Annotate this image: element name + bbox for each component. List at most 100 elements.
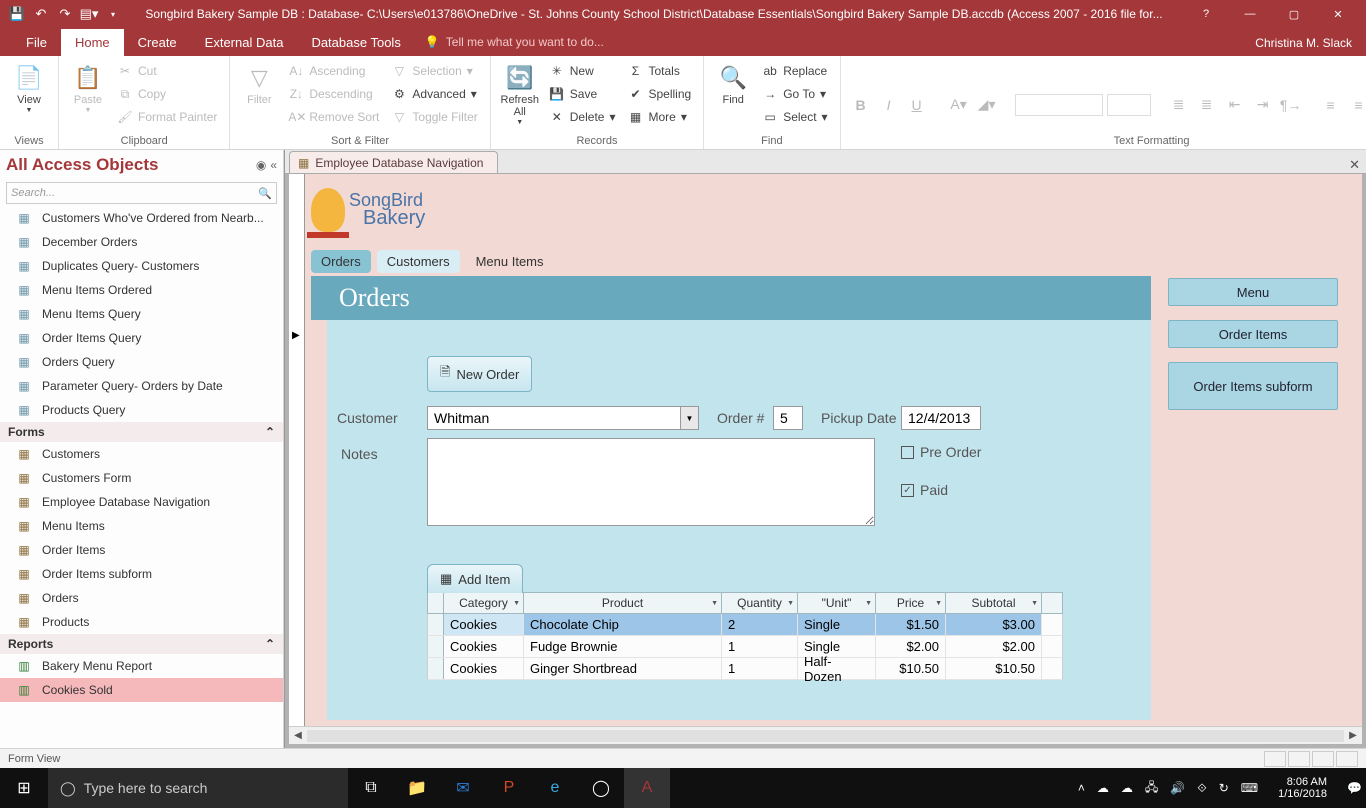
- new-button[interactable]: ✳New: [545, 60, 620, 82]
- row-selector[interactable]: [428, 614, 444, 635]
- order-items-subform-button[interactable]: Order Items subform: [1168, 362, 1338, 410]
- cell-price[interactable]: $1.50: [876, 614, 946, 635]
- nav-query-item[interactable]: ▦December Orders: [0, 230, 283, 254]
- totals-button[interactable]: ΣTotals: [623, 60, 695, 82]
- toggle-filter-button[interactable]: ▽Toggle Filter: [387, 106, 481, 128]
- format-painter-button[interactable]: 🖌Format Painter: [113, 106, 221, 128]
- nav-form-item[interactable]: ▦Order Items: [0, 538, 283, 562]
- tell-me[interactable]: 💡Tell me what you want to do...: [415, 28, 1241, 56]
- nav-form-item[interactable]: ▦Order Items subform: [0, 562, 283, 586]
- undo-icon[interactable]: ↶: [30, 3, 52, 25]
- tab-file[interactable]: File: [12, 29, 61, 56]
- powerpoint-icon[interactable]: P: [486, 768, 532, 808]
- nav-query-item[interactable]: ▦Orders Query: [0, 350, 283, 374]
- nav-reports-header[interactable]: Reports⌃: [0, 634, 283, 654]
- save-record-button[interactable]: 💾Save: [545, 83, 620, 105]
- cell-product[interactable]: Fudge Brownie: [524, 636, 722, 657]
- tab-database-tools[interactable]: Database Tools: [297, 29, 414, 56]
- col-unit[interactable]: "Unit"▼: [798, 593, 876, 613]
- onedrive-icon[interactable]: ☁: [1097, 781, 1109, 795]
- nav-report-item[interactable]: ▥Bakery Menu Report: [0, 654, 283, 678]
- nav-report-item[interactable]: ▥Cookies Sold: [0, 678, 283, 702]
- nav-form-item[interactable]: ▦Products: [0, 610, 283, 634]
- select-button[interactable]: ▭Select ▾: [758, 106, 831, 128]
- table-row[interactable]: CookiesGinger Shortbread1Half-Dozen$10.5…: [427, 658, 1063, 680]
- pickup-date-field[interactable]: 12/4/2013: [901, 406, 981, 430]
- onedrive2-icon[interactable]: ☁: [1121, 781, 1133, 795]
- indent-inc-button[interactable]: ⇥: [1251, 94, 1275, 116]
- cell-subtotal[interactable]: $2.00: [946, 636, 1042, 657]
- font-name-select[interactable]: [1015, 94, 1103, 116]
- cell-price[interactable]: $10.50: [876, 658, 946, 679]
- refresh-tray-icon[interactable]: ↻: [1219, 781, 1229, 795]
- customer-value[interactable]: Whitman: [427, 406, 681, 430]
- tab-menu-items[interactable]: Menu Items: [466, 250, 554, 273]
- access-icon[interactable]: A: [624, 768, 670, 808]
- tab-orders[interactable]: Orders: [311, 250, 371, 273]
- horizontal-scrollbar[interactable]: ◀ ▶: [289, 726, 1362, 744]
- tab-customers[interactable]: Customers: [377, 250, 460, 273]
- network-icon[interactable]: 🖧: [1145, 778, 1158, 799]
- taskbar-clock[interactable]: 8:06 AM 1/16/2018: [1270, 776, 1335, 800]
- tab-external-data[interactable]: External Data: [191, 29, 298, 56]
- cell-subtotal[interactable]: $3.00: [946, 614, 1042, 635]
- col-subtotal[interactable]: Subtotal▼: [946, 593, 1042, 613]
- cell-quantity[interactable]: 2: [722, 614, 798, 635]
- start-button[interactable]: ⊞: [0, 768, 48, 808]
- chevron-down-icon[interactable]: ▼: [681, 406, 699, 430]
- nav-form-item[interactable]: ▦Orders: [0, 586, 283, 610]
- record-selector[interactable]: ▶: [289, 174, 305, 744]
- layout-view-button[interactable]: [1312, 751, 1334, 767]
- underline-button[interactable]: U: [905, 94, 929, 116]
- tray-up-icon[interactable]: ˄: [1078, 781, 1085, 795]
- nav-form-item[interactable]: ▦Customers Form: [0, 466, 283, 490]
- scroll-track[interactable]: [307, 730, 1344, 742]
- redo-icon[interactable]: ↷: [54, 3, 76, 25]
- align-center-button[interactable]: ≡: [1347, 94, 1366, 116]
- signed-in-user[interactable]: Christina M. Slack: [1241, 30, 1366, 56]
- nav-dropdown-icon[interactable]: ◉: [256, 158, 266, 172]
- tab-create[interactable]: Create: [124, 29, 191, 56]
- nav-form-item[interactable]: ▦Employee Database Navigation: [0, 490, 283, 514]
- form-view-button[interactable]: [1264, 751, 1286, 767]
- scroll-left-icon[interactable]: ◀: [289, 730, 307, 741]
- cell-product[interactable]: Chocolate Chip: [524, 614, 722, 635]
- selection-button[interactable]: ▽Selection ▾: [387, 60, 481, 82]
- row-selector[interactable]: [428, 636, 444, 657]
- spelling-button[interactable]: ✔Spelling: [623, 83, 695, 105]
- datasheet-view-button[interactable]: [1288, 751, 1310, 767]
- cell-quantity[interactable]: 1: [722, 658, 798, 679]
- nav-form-item[interactable]: ▦Customers: [0, 442, 283, 466]
- taskbar-search[interactable]: ◯Type here to search: [48, 768, 348, 808]
- cell-unit[interactable]: Single: [798, 614, 876, 635]
- cut-button[interactable]: ✂Cut: [113, 60, 221, 82]
- minimize-button[interactable]: —: [1228, 0, 1272, 28]
- save-icon[interactable]: 💾: [6, 3, 28, 25]
- outlook-icon[interactable]: ✉: [440, 768, 486, 808]
- ascending-button[interactable]: A↓Ascending: [284, 60, 383, 82]
- nav-forms-header[interactable]: Forms⌃: [0, 422, 283, 442]
- col-product[interactable]: Product▼: [524, 593, 722, 613]
- more-button[interactable]: ▦More ▾: [623, 106, 695, 128]
- ie-icon[interactable]: e: [532, 768, 578, 808]
- nav-collapse-icon[interactable]: «: [270, 158, 277, 172]
- delete-button[interactable]: ✕Delete ▾: [545, 106, 620, 128]
- nav-query-item[interactable]: ▦Menu Items Ordered: [0, 278, 283, 302]
- nav-query-item[interactable]: ▦Parameter Query- Orders by Date: [0, 374, 283, 398]
- ltr-button[interactable]: ¶→: [1279, 94, 1303, 116]
- cell-quantity[interactable]: 1: [722, 636, 798, 657]
- keyboard-icon[interactable]: ⌨: [1241, 781, 1258, 795]
- menu-button[interactable]: Menu: [1168, 278, 1338, 306]
- goto-button[interactable]: →Go To ▾: [758, 83, 831, 105]
- table-row[interactable]: CookiesChocolate Chip2Single$1.50$3.00: [427, 614, 1063, 636]
- italic-button[interactable]: I: [877, 94, 901, 116]
- db-icon[interactable]: ▤▾: [78, 3, 100, 25]
- fill-color-button[interactable]: ◢▾: [975, 94, 999, 116]
- customer-combo[interactable]: Whitman ▼: [427, 406, 699, 430]
- table-row[interactable]: CookiesFudge Brownie1Single$2.00$2.00: [427, 636, 1063, 658]
- col-category[interactable]: Category▼: [444, 593, 524, 613]
- orderno-field[interactable]: 5: [773, 406, 803, 430]
- qat-customize-icon[interactable]: ▾: [102, 3, 124, 25]
- close-tab-button[interactable]: ✕: [1343, 157, 1366, 173]
- advanced-button[interactable]: ⚙Advanced ▾: [387, 83, 481, 105]
